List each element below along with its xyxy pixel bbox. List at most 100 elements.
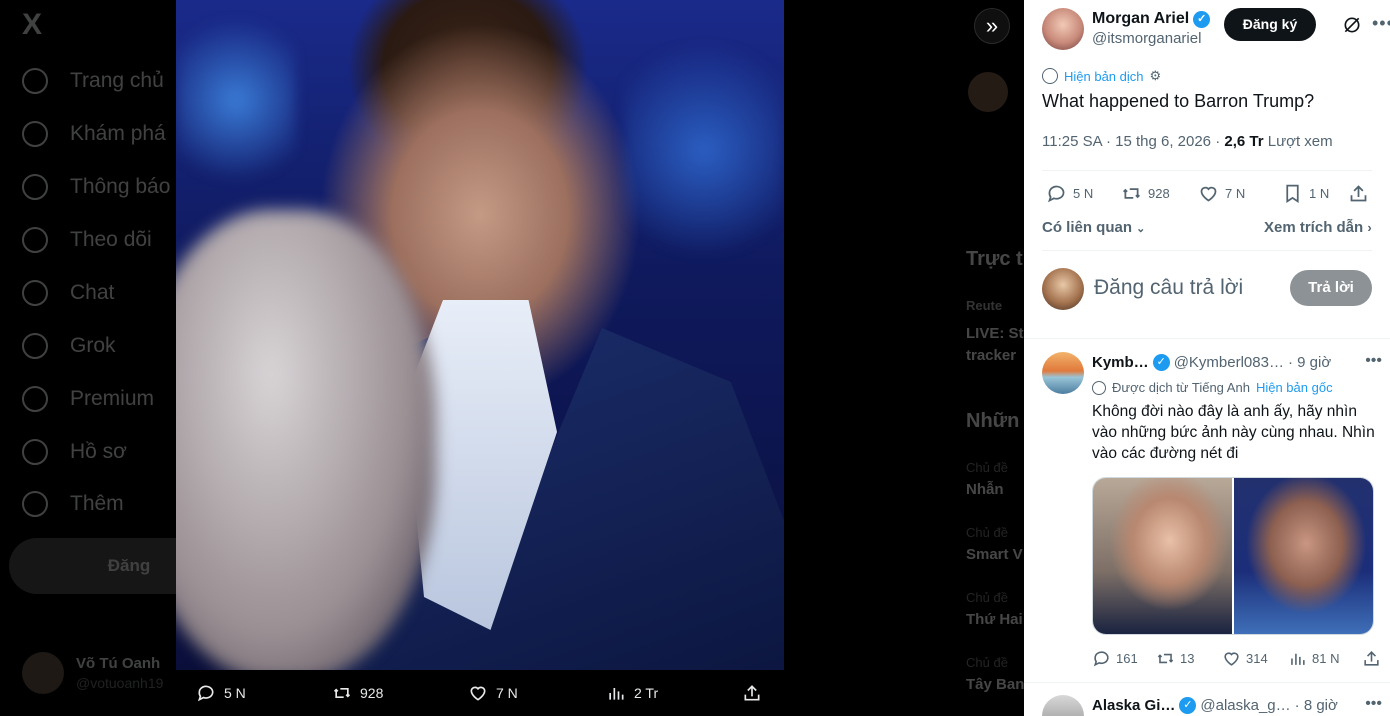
like-count: 7 N (496, 685, 518, 701)
divider (1024, 338, 1390, 339)
verified-badge-icon: ✓ (1152, 354, 1170, 371)
x-logo[interactable]: X (22, 8, 42, 42)
share-icon (744, 685, 760, 701)
author-avatar[interactable] (1042, 8, 1084, 50)
reply-photo-2[interactable] (1234, 478, 1373, 634)
nav-following[interactable]: Theo dõi (22, 227, 152, 253)
settings-gear-icon[interactable]: ⚙ (1150, 68, 1162, 84)
section-heading: Nhữn (966, 410, 1020, 432)
bookmark-icon (1286, 184, 1299, 204)
reply-button[interactable]: 5 N (1046, 183, 1093, 204)
person-icon (22, 439, 48, 465)
reply-author-name[interactable]: Kymb… (1092, 354, 1149, 371)
grok-icon (22, 333, 48, 359)
media-photo[interactable] (176, 0, 784, 670)
nav-grok[interactable]: Grok (22, 333, 116, 359)
reply-media[interactable] (1092, 477, 1374, 635)
account-switcher[interactable]: Võ Tú Oanh @votuoanh19 (22, 652, 163, 694)
reply-input[interactable]: Đăng câu trả lời (1094, 276, 1243, 300)
reply-icon (197, 685, 214, 702)
collapse-panel-button[interactable]: » (974, 8, 1010, 44)
media-like-button[interactable]: 7 N (468, 683, 518, 703)
trend-meta: Chủ đề (966, 590, 1008, 605)
heart-icon (470, 686, 486, 701)
news-title[interactable]: LIVE: St (966, 325, 1024, 342)
nav-label: Grok (70, 334, 116, 357)
nav-home[interactable]: Trang chủ (22, 68, 164, 94)
trend-title[interactable]: Nhẫn (966, 481, 1004, 498)
nav-label: Thêm (70, 492, 124, 515)
views-count: 81 N (1312, 651, 1340, 666)
background-sidebar: X Trang chủ Khám phá Thông báo Theo dõi … (0, 0, 249, 716)
reply-views-button[interactable]: 81 N (1288, 649, 1339, 668)
nav-chat[interactable]: Chat (22, 280, 114, 306)
reply-time[interactable]: · 9 giờ (1288, 354, 1331, 371)
search-icon (22, 121, 48, 147)
grok-translate-icon (1092, 380, 1106, 395)
my-avatar (1042, 268, 1084, 310)
more-options-icon[interactable]: ••• (1365, 352, 1382, 370)
author-name-row[interactable]: Morgan Ariel ✓ (1092, 10, 1211, 28)
grok-translate-icon (1042, 68, 1058, 84)
more-options-icon[interactable]: ••• (1372, 13, 1390, 34)
divider (1024, 682, 1390, 683)
show-original-link[interactable]: Hiện bản gốc (1256, 380, 1333, 395)
trend-title[interactable]: Tây Ban (966, 676, 1024, 693)
news-source: Reute (966, 298, 1003, 313)
photo-blurred-foreground (176, 210, 436, 670)
trend-title[interactable]: Smart V (966, 546, 1023, 563)
avatar (22, 652, 64, 694)
reply-author-name[interactable]: Alaska Gi… (1092, 697, 1175, 714)
show-translation-row[interactable]: Hiện bản dịch ⚙ (1042, 68, 1161, 84)
nav-notifications[interactable]: Thông báo (22, 174, 170, 200)
reply-avatar[interactable] (1042, 352, 1084, 394)
like-button[interactable]: 7 N (1198, 183, 1245, 204)
nav-more[interactable]: Thêm (22, 491, 124, 517)
author-handle[interactable]: @itsmorganariel (1092, 30, 1201, 47)
bell-icon (22, 174, 48, 200)
verified-badge-icon: ✓ (1179, 697, 1197, 714)
reply-time[interactable]: · 8 giờ (1295, 697, 1338, 714)
reply-submit-button[interactable]: Trả lời (1290, 270, 1372, 306)
related-dropdown[interactable]: Có liên quan ⌄ (1042, 219, 1145, 236)
reply-photo-1[interactable] (1093, 478, 1232, 634)
show-translation-link[interactable]: Hiện bản dịch (1064, 69, 1144, 84)
media-reply-button[interactable]: 5 N (196, 683, 246, 703)
repost-icon (1157, 653, 1174, 664)
media-views-button[interactable]: 2 Tr (606, 683, 658, 703)
nav-explore[interactable]: Khám phá (22, 121, 166, 147)
bookmark-button[interactable]: 1 N (1282, 183, 1329, 204)
tweet-timestamp[interactable]: 11:25 SA · 15 thg 6, 2026 · (1042, 133, 1224, 150)
reply-author-handle[interactable]: @alaska_g… (1200, 697, 1290, 714)
trend-title[interactable]: Thứ Hai (966, 611, 1023, 628)
reply-share-button[interactable] (1362, 649, 1381, 668)
account-name: Võ Tú Oanh (76, 655, 161, 672)
nav-label: Thông báo (70, 175, 171, 198)
related-label: Có liên quan (1042, 219, 1132, 236)
divider (1042, 250, 1372, 251)
reply-reply-button[interactable]: 161 (1092, 649, 1138, 668)
more-options-icon[interactable]: ••• (1365, 695, 1382, 713)
view-quotes-link[interactable]: Xem trích dẫn › (1264, 219, 1372, 236)
media-repost-button[interactable]: 928 (332, 683, 383, 703)
subscribe-button[interactable]: Đăng ký (1224, 8, 1316, 41)
tweet-stats-bar: 5 N 928 7 N 1 N (1046, 183, 1376, 209)
reply-author-handle[interactable]: @Kymberl083… (1174, 354, 1284, 371)
nav-profile[interactable]: Hồ sơ (22, 439, 127, 465)
avatar (968, 72, 1008, 112)
heart-icon (1224, 652, 1239, 666)
reply-like-button[interactable]: 314 (1222, 649, 1268, 668)
screen: X Trang chủ Khám phá Thông báo Theo dõi … (0, 0, 1390, 716)
repost-button[interactable]: 928 (1121, 183, 1170, 204)
tweet-meta: 11:25 SA · 15 thg 6, 2026 · 2,6 Tr Lượt … (1042, 133, 1333, 150)
reply-repost-button[interactable]: 13 (1156, 649, 1194, 668)
nav-label: Hồ sơ (70, 440, 127, 463)
author-name: Morgan Ariel (1092, 10, 1190, 27)
news-title[interactable]: tracker (966, 347, 1016, 364)
reply-avatar[interactable] (1042, 695, 1084, 716)
media-share-button[interactable] (742, 683, 762, 703)
grok-icon[interactable] (1342, 15, 1362, 35)
nav-premium[interactable]: Premium (22, 386, 154, 412)
share-button[interactable] (1348, 183, 1369, 204)
tweet-view-count: 2,6 Tr (1224, 133, 1264, 150)
